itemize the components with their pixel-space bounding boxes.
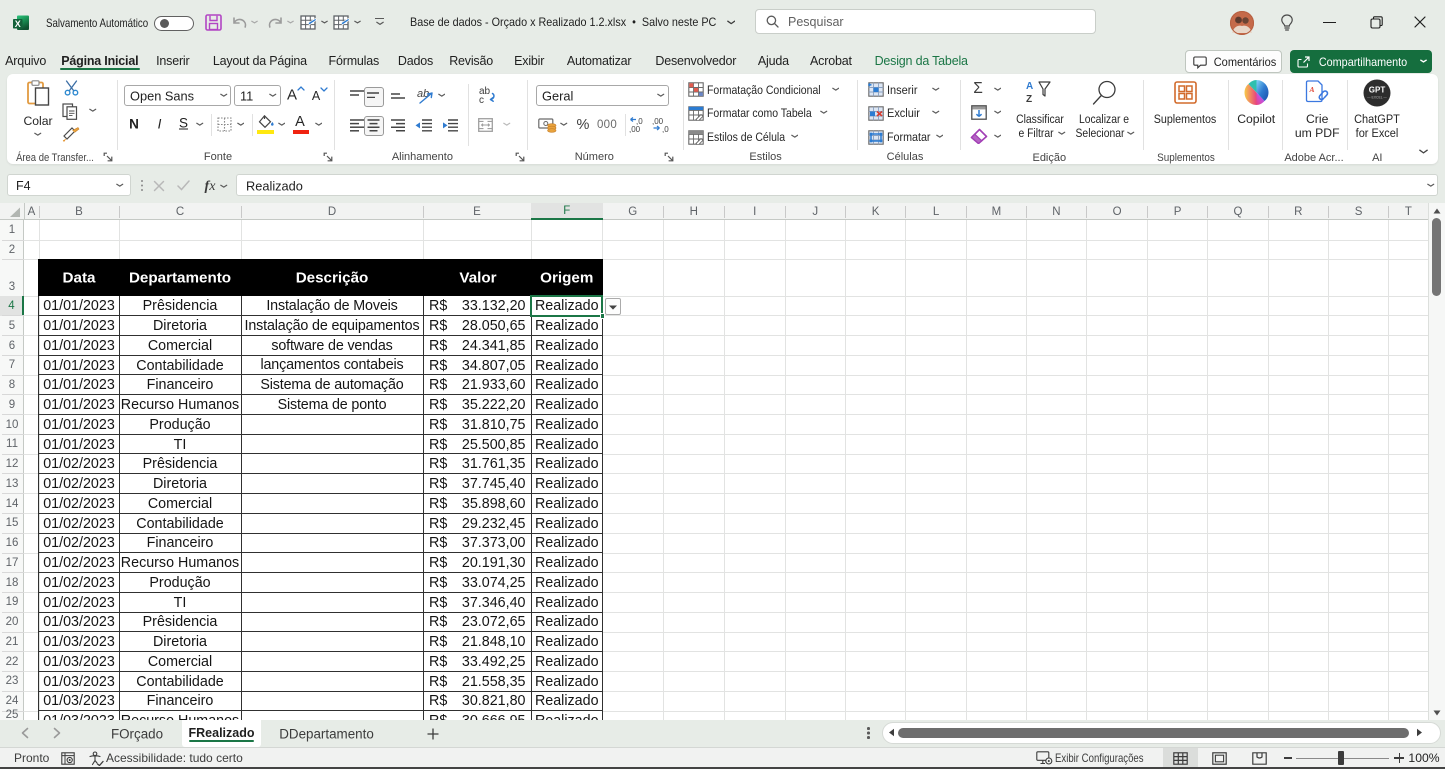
svg-text:X: X <box>15 18 21 28</box>
